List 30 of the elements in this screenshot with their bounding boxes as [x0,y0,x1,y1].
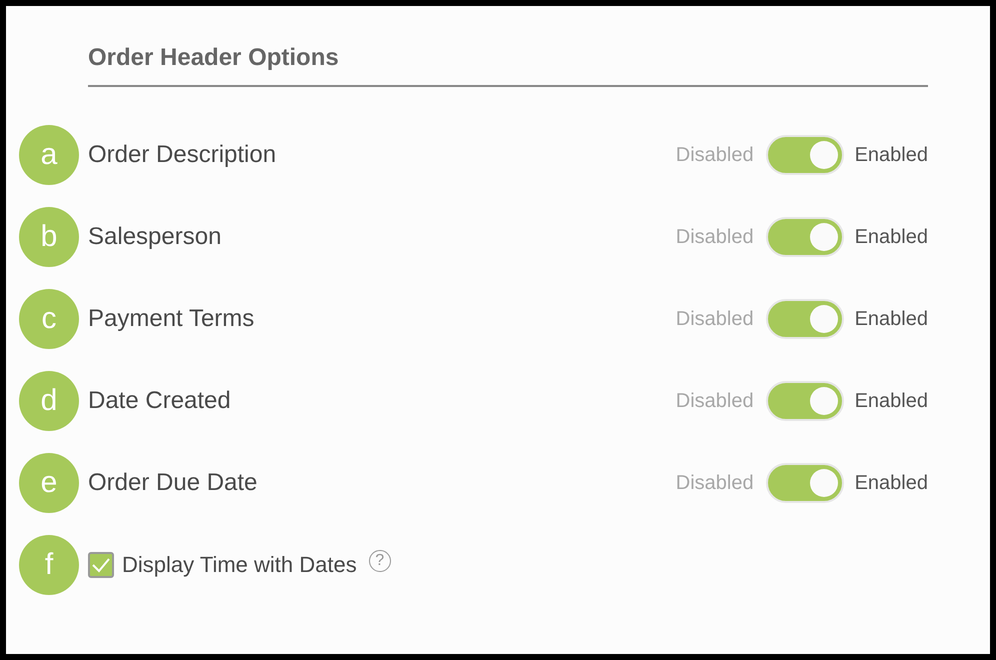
disabled-label: Disabled [676,144,754,166]
step-badge: c [19,289,79,349]
option-label: Order Description [88,141,278,169]
option-label: Payment Terms [88,305,256,333]
toggle-switch[interactable] [766,463,844,503]
help-icon[interactable]: ? [368,550,391,572]
step-badge: e [19,453,79,513]
toggle-switch[interactable] [766,217,844,257]
enabled-label: Enabled [854,226,928,248]
toggle-switch[interactable] [766,299,844,339]
toggle-switch[interactable] [766,135,844,175]
disabled-label: Disabled [676,308,754,330]
checkbox[interactable] [88,552,114,578]
step-badge: d [19,371,79,431]
enabled-label: Enabled [854,144,928,166]
option-label: Order Due Date [88,469,258,497]
disabled-label: Disabled [676,226,754,248]
enabled-label: Enabled [854,308,928,330]
option-label: Salesperson [88,223,222,251]
disabled-label: Disabled [676,390,754,412]
option-label: Date Created [88,387,232,415]
toggle-switch[interactable] [766,381,844,421]
disabled-label: Disabled [676,472,754,494]
step-badge: a [19,125,79,185]
option-label: Display Time with Dates [122,552,357,578]
step-badge: f [19,535,79,595]
section-title: Order Header Options [88,43,928,87]
enabled-label: Enabled [854,390,928,412]
step-badge: b [19,207,79,267]
enabled-label: Enabled [854,472,928,494]
